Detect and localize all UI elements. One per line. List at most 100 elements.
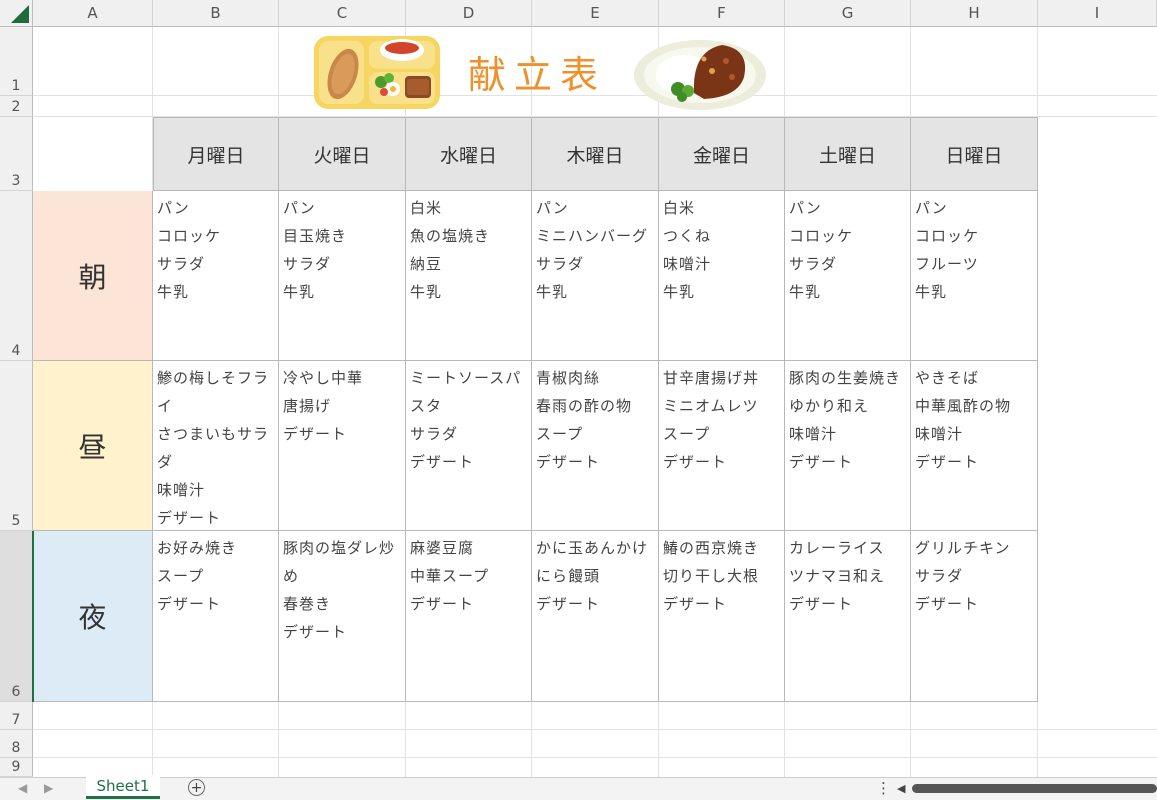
scroll-right-icon[interactable]: ▶ bbox=[44, 781, 53, 795]
menu-item: 牛乳 bbox=[663, 283, 696, 301]
scroll-left-icon[interactable]: ◀ bbox=[18, 781, 27, 795]
menu-item: ツナマヨ和え bbox=[789, 567, 886, 585]
scroll-left-icon[interactable]: ◀ bbox=[897, 782, 905, 795]
column-header-a[interactable]: A bbox=[33, 0, 153, 27]
column-header-d[interactable]: D bbox=[406, 0, 532, 27]
menu-item: デザート bbox=[536, 453, 601, 471]
menu-cell-breakfast-3[interactable]: パン ミニハンバーグ サラダ 牛乳 bbox=[532, 191, 659, 361]
column-header-b[interactable]: B bbox=[153, 0, 279, 27]
day-header-mon[interactable]: 月曜日 bbox=[153, 117, 279, 191]
menu-item: デザート bbox=[283, 425, 348, 443]
row-header-6[interactable]: 6 bbox=[0, 531, 33, 702]
menu-item: ゆかり和え bbox=[789, 397, 870, 415]
row-header-9[interactable]: 9 bbox=[0, 758, 33, 777]
menu-item: 甘辛唐揚げ丼 bbox=[663, 369, 760, 387]
row-header-7[interactable]: 7 bbox=[0, 702, 33, 730]
menu-item: グリルチキン bbox=[915, 539, 1011, 557]
menu-item: デザート bbox=[789, 595, 854, 613]
menu-item: サラダ bbox=[789, 255, 838, 273]
menu-item: 冷やし中華 bbox=[283, 369, 364, 387]
menu-cell-lunch-2[interactable]: ミートソースパ スタ サラダ デザート bbox=[406, 361, 532, 531]
menu-cell-dinner-3[interactable]: かに玉あんかけ にら饅頭 デザート bbox=[532, 531, 659, 702]
day-header-sat[interactable]: 土曜日 bbox=[785, 117, 911, 191]
menu-item: め bbox=[283, 567, 300, 585]
menu-cell-dinner-0[interactable]: お好み焼き スープ デザート bbox=[153, 531, 279, 702]
menu-cell-lunch-0[interactable]: 鯵の梅しそフライさつまいもサラダ味噌汁 デザート bbox=[153, 361, 279, 531]
excel-corner-icon bbox=[11, 5, 29, 23]
menu-item: ミニハンバーグ bbox=[536, 227, 649, 245]
menu-item: 牛乳 bbox=[789, 283, 822, 301]
menu-item: 白米 bbox=[410, 199, 443, 217]
menu-item: 鯵の梅しそフラ bbox=[157, 369, 270, 387]
menu-item: 中華スープ bbox=[410, 567, 490, 585]
menu-cell-lunch-1[interactable]: 冷やし中華 唐揚げ デザート bbox=[279, 361, 406, 531]
bento-tray-icon bbox=[313, 34, 441, 111]
day-header-tue[interactable]: 火曜日 bbox=[279, 117, 406, 191]
menu-cell-dinner-6[interactable]: グリルチキン サラダ デザート bbox=[911, 531, 1038, 702]
menu-item: サラダ bbox=[157, 255, 206, 273]
more-options-icon[interactable]: ⋮ bbox=[876, 779, 891, 797]
add-sheet-icon[interactable]: + bbox=[188, 779, 205, 796]
menu-item: デザート bbox=[789, 453, 854, 471]
menu-item: お好み焼き bbox=[157, 539, 238, 557]
horizontal-scrollbar[interactable] bbox=[912, 784, 1157, 793]
day-header-sun[interactable]: 日曜日 bbox=[911, 117, 1038, 191]
curry-plate-icon bbox=[632, 37, 768, 112]
row-header-4[interactable]: 4 bbox=[0, 191, 33, 361]
menu-item: コロッケ bbox=[915, 227, 980, 245]
menu-item: 白米 bbox=[663, 199, 696, 217]
menu-item: デザート bbox=[663, 453, 728, 471]
menu-cell-breakfast-5[interactable]: パン コロッケ サラダ 牛乳 bbox=[785, 191, 911, 361]
menu-item: フルーツ bbox=[915, 255, 979, 273]
menu-cell-breakfast-0[interactable]: パン コロッケ サラダ 牛乳 bbox=[153, 191, 279, 361]
menu-cell-dinner-2[interactable]: 麻婆豆腐 中華スープ デザート bbox=[406, 531, 532, 702]
menu-item: にら饅頭 bbox=[536, 567, 601, 585]
column-header-g[interactable]: G bbox=[785, 0, 911, 27]
menu-cell-lunch-3[interactable]: 青椒肉絲 春雨の酢の物 スープ デザート bbox=[532, 361, 659, 531]
menu-cell-breakfast-4[interactable]: 白米 つくね 味噌汁 牛乳 bbox=[659, 191, 785, 361]
menu-item: サラダ bbox=[283, 255, 332, 273]
day-header-wed[interactable]: 水曜日 bbox=[406, 117, 532, 191]
menu-item: デザート bbox=[536, 595, 601, 613]
menu-cell-breakfast-6[interactable]: パン コロッケ フルーツ 牛乳 bbox=[911, 191, 1038, 361]
menu-item: デザート bbox=[915, 595, 980, 613]
menu-cell-breakfast-2[interactable]: 白米 魚の塩焼き 納豆 牛乳 bbox=[406, 191, 532, 361]
day-header-thu[interactable]: 木曜日 bbox=[532, 117, 659, 191]
row-header-3[interactable]: 3 bbox=[0, 117, 33, 191]
menu-cell-dinner-5[interactable]: カレーライス ツナマヨ和え デザート bbox=[785, 531, 911, 702]
column-header-c[interactable]: C bbox=[279, 0, 406, 27]
column-header-h[interactable]: H bbox=[911, 0, 1038, 27]
menu-item: 豚肉の生姜焼き bbox=[789, 369, 902, 387]
menu-item: ダ bbox=[157, 453, 174, 471]
menu-item: サラダ bbox=[536, 255, 585, 273]
menu-cell-lunch-6[interactable]: やきそば 中華風酢の物 味噌汁 デザート bbox=[911, 361, 1038, 531]
meal-label-lunch[interactable]: 昼 bbox=[33, 361, 153, 531]
row-header-8[interactable]: 8 bbox=[0, 730, 33, 758]
meal-label-breakfast[interactable]: 朝 bbox=[33, 191, 153, 361]
column-header-f[interactable]: F bbox=[659, 0, 785, 27]
page-title: 献立表 bbox=[468, 53, 607, 97]
menu-cell-breakfast-1[interactable]: パン 目玉焼き サラダ 牛乳 bbox=[279, 191, 406, 361]
meal-label-dinner[interactable]: 夜 bbox=[33, 531, 153, 702]
menu-cell-dinner-1[interactable]: 豚肉の塩ダレ炒め春巻き デザート bbox=[279, 531, 406, 702]
menu-item: 青椒肉絲 bbox=[536, 369, 601, 387]
column-header-e[interactable]: E bbox=[532, 0, 659, 27]
menu-item: 中華風酢の物 bbox=[915, 397, 1012, 415]
menu-item: 豚肉の塩ダレ炒 bbox=[283, 539, 396, 557]
row-header-2[interactable]: 2 bbox=[0, 96, 33, 117]
menu-item: デザート bbox=[157, 509, 222, 527]
menu-cell-lunch-5[interactable]: 豚肉の生姜焼き ゆかり和え 味噌汁 デザート bbox=[785, 361, 911, 531]
menu-cell-lunch-4[interactable]: 甘辛唐揚げ丼 ミニオムレツ スープ デザート bbox=[659, 361, 785, 531]
row-header-5[interactable]: 5 bbox=[0, 361, 33, 531]
menu-item: デザート bbox=[410, 595, 475, 613]
menu-item: デザート bbox=[915, 453, 980, 471]
menu-item: デザート bbox=[663, 595, 728, 613]
column-header-i[interactable]: I bbox=[1038, 0, 1157, 27]
select-all-corner[interactable] bbox=[0, 0, 33, 27]
menu-item: 春雨の酢の物 bbox=[536, 397, 633, 415]
menu-cell-dinner-4[interactable]: 鰆の西京焼き 切り干し大根 デザート bbox=[659, 531, 785, 702]
sheet-tab-sheet1[interactable]: Sheet1 bbox=[86, 775, 160, 799]
row-header-1[interactable]: 1 bbox=[0, 27, 33, 96]
menu-item: 魚の塩焼き bbox=[410, 227, 491, 245]
day-header-fri[interactable]: 金曜日 bbox=[659, 117, 785, 191]
